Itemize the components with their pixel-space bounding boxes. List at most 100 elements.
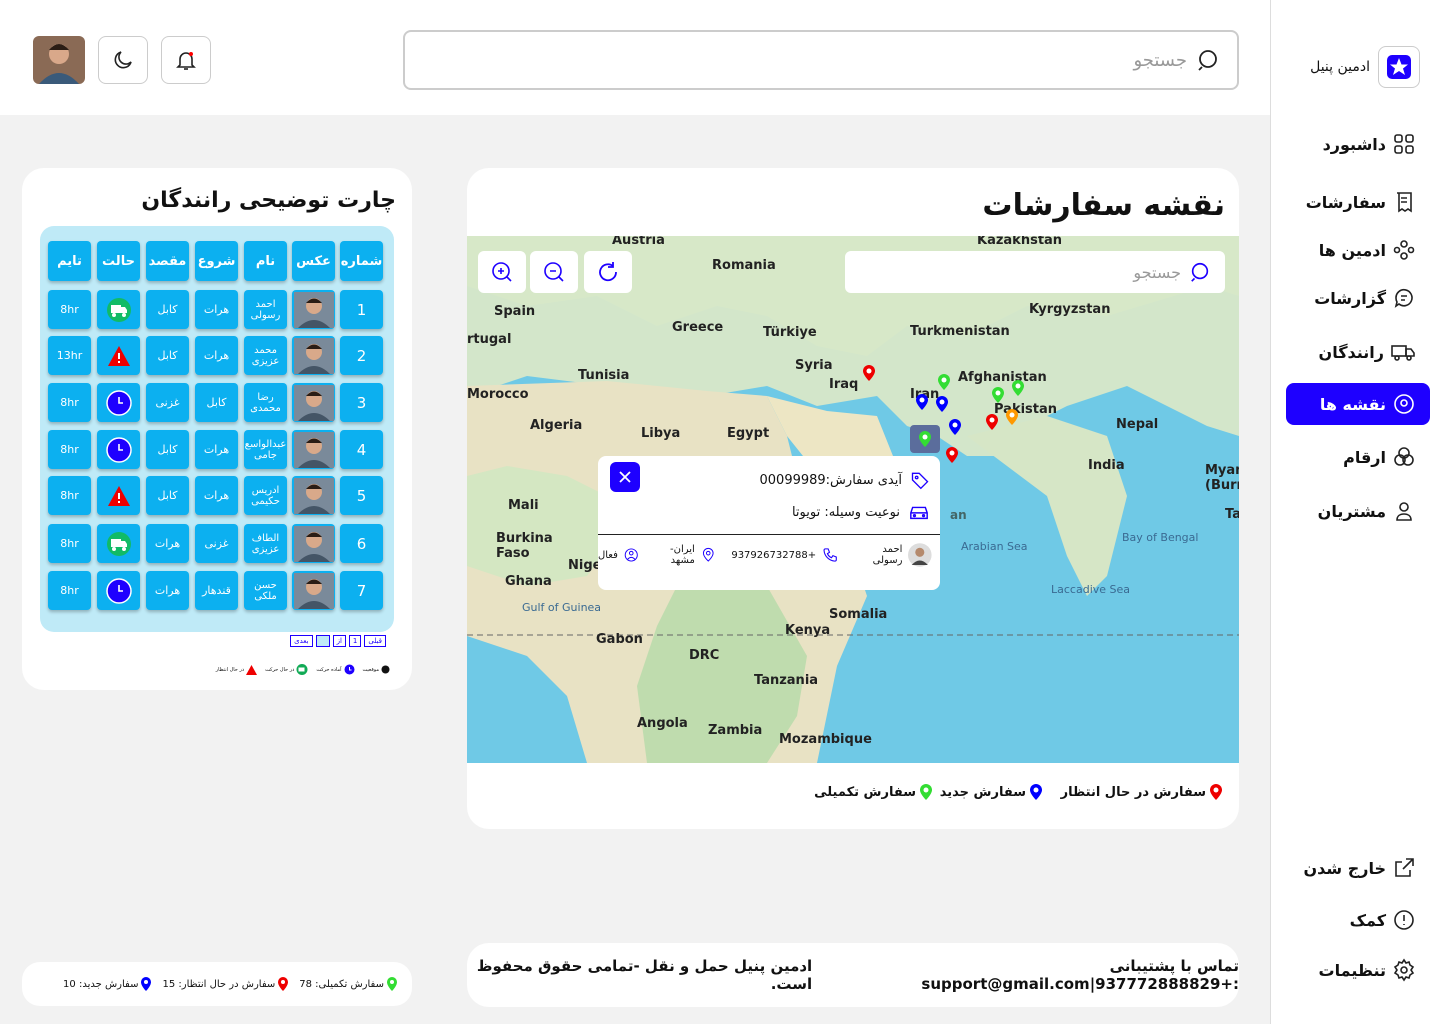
nav-settings[interactable]: تنظیمات	[1286, 949, 1430, 991]
nav-reports[interactable]: گزارشات	[1286, 277, 1430, 319]
page-number[interactable]: 1	[348, 635, 362, 647]
row-number: 2	[340, 336, 383, 375]
table-header: عکس	[292, 241, 335, 281]
selected-order-pin[interactable]	[910, 425, 940, 453]
nav-drivers[interactable]: رانندگان	[1286, 331, 1430, 373]
sidebar: ادمین پنیل داشبورد سفارشات ادمین ها گزار…	[1270, 0, 1440, 1024]
nav-logout[interactable]: خارج شدن	[1286, 847, 1430, 889]
map-label: DRC	[689, 648, 720, 663]
reports-icon	[1394, 288, 1413, 308]
zoom-in-button[interactable]	[478, 251, 526, 293]
nav-stats[interactable]: ارقام	[1286, 436, 1430, 478]
new-order-pin[interactable]	[948, 418, 962, 436]
completed-order-pin[interactable]	[991, 386, 1005, 404]
map-pin-icon	[1394, 394, 1414, 414]
map-label: Morocco	[467, 387, 529, 402]
support-contact[interactable]: تماس با پشتیبانی :+937772888829|support@…	[830, 957, 1239, 993]
destination-city: کابل	[146, 290, 189, 329]
popup-vehicle: نوعیت وسیله: تویوتا	[792, 502, 930, 522]
start-city: قندهار	[195, 571, 238, 610]
nav-help[interactable]: کمک	[1286, 899, 1430, 941]
nav-label: ارقام	[1343, 447, 1386, 467]
nav-admins[interactable]: ادمین ها	[1286, 229, 1430, 271]
bell-icon	[176, 52, 196, 70]
nav-label: سفارشات	[1305, 192, 1386, 212]
clock-icon	[105, 577, 132, 604]
stats-icon	[1394, 447, 1414, 466]
row-number: 1	[340, 290, 383, 329]
next-page-button[interactable]: بعدی	[290, 635, 313, 647]
map-sea-label: Gulf of Guinea	[522, 601, 602, 614]
map-label: Angola	[637, 716, 688, 731]
map-sea-label: Laccadive Sea	[1051, 583, 1131, 596]
new-order-pin[interactable]	[915, 393, 929, 411]
truck-icon	[1391, 345, 1415, 361]
destination-city: کابل	[146, 336, 189, 375]
driver-photo	[292, 383, 335, 422]
clock-icon	[105, 389, 132, 416]
user-avatar[interactable]	[33, 36, 85, 84]
driver-name: احمد رسولی	[872, 544, 903, 566]
map-label: Tanzania	[754, 673, 819, 688]
map-view[interactable]: Austria Kazakhstan Romania Kyrgyzstan Sp…	[467, 236, 1239, 763]
completed-order-pin[interactable]	[1011, 379, 1025, 397]
search-input[interactable]: جستجو	[403, 30, 1239, 90]
driver-photo	[292, 476, 335, 515]
legend-text: آماده حرکت	[316, 666, 342, 673]
page-total	[315, 635, 330, 647]
theme-toggle-button[interactable]	[98, 36, 148, 84]
table-header: شماره	[340, 241, 383, 281]
map-search-input[interactable]: جستجو	[845, 251, 1225, 293]
close-popup-button[interactable]	[610, 462, 640, 492]
destination-city: هرات	[146, 571, 189, 610]
zoom-out-button[interactable]	[530, 251, 578, 293]
map-label: Syria	[795, 358, 833, 373]
nav-orders[interactable]: سفارشات	[1286, 181, 1430, 223]
nav-customers[interactable]: مشتریان	[1286, 490, 1430, 532]
copyright-text: ادمین پنیل حمل و نقل -تمامی حقوق محفوظ ا…	[476, 957, 813, 993]
start-city: هرات	[195, 430, 238, 469]
pagination: قبلی 1 از بعدی	[290, 635, 386, 647]
map-label: Algeria	[530, 418, 583, 433]
prev-page-button[interactable]: قبلی	[364, 635, 386, 647]
popup-order-id: آیدی سفارش:00099989	[760, 470, 931, 490]
driver-photo	[292, 524, 335, 563]
map-label: Mali	[508, 498, 539, 513]
nav-dashboard[interactable]: داشبورد	[1286, 123, 1430, 165]
order-stats: سفارش تکمیلی: 78 سفارش در حال انتظار: 15…	[22, 962, 412, 1006]
orders-icon	[1397, 192, 1412, 213]
driver-state	[97, 430, 140, 469]
map-label: Greece	[672, 320, 724, 335]
stat-label: سفارش در حال انتظار: 15	[162, 978, 276, 990]
completed-order-pin[interactable]	[937, 373, 951, 391]
red-pin-icon	[278, 977, 289, 991]
table-header: مقصد	[146, 241, 189, 281]
stat-new: سفارش جدید: 10	[63, 976, 152, 992]
warning-icon	[107, 485, 130, 506]
clock-icon	[105, 436, 132, 463]
destination-city: غزنی	[146, 383, 189, 422]
nav-maps[interactable]: نقشه ها	[1286, 383, 1430, 425]
refresh-button[interactable]	[584, 251, 632, 293]
pending-order-pin[interactable]	[862, 364, 876, 382]
driver-location: ایران-مشهد	[670, 544, 695, 566]
nav-label: کمک	[1349, 910, 1386, 930]
zoom-out-icon	[544, 262, 564, 282]
logout-icon	[1395, 858, 1414, 877]
map-label: rtugal	[467, 332, 512, 347]
notifications-button[interactable]	[161, 36, 211, 84]
legend-label: سفارش جدید	[939, 784, 1026, 800]
driver-photo	[292, 571, 335, 610]
pending-order-pin[interactable]	[985, 413, 999, 431]
pending-order-pin[interactable]	[945, 446, 959, 464]
driver-name: رضا محمدی	[244, 383, 287, 422]
map-label-text: an	[950, 508, 967, 522]
new-order-pin[interactable]	[935, 395, 949, 413]
map-label: Nepal	[1116, 417, 1159, 432]
waiting-order-pin[interactable]	[1005, 408, 1019, 426]
user-icon	[1396, 502, 1412, 521]
search-icon	[1198, 50, 1217, 71]
popup-driver-row: احمد رسولی +937926732788 ایران-مشهد فعال	[598, 542, 932, 568]
map-label: Austria	[612, 236, 665, 248]
dashboard-icon	[1394, 134, 1414, 154]
